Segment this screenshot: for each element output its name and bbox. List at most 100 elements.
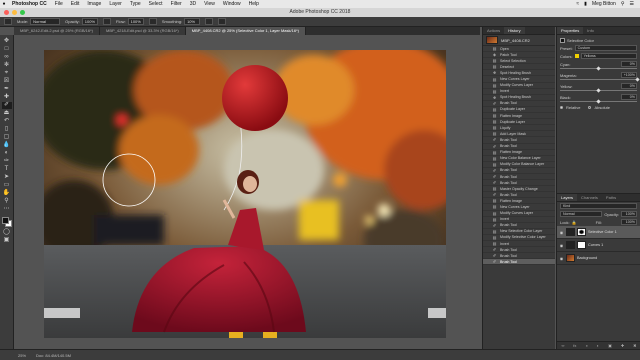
- tab-channels[interactable]: Channels: [577, 194, 602, 201]
- search-icon[interactable]: ⚲: [621, 1, 625, 7]
- close-window-button[interactable]: [4, 10, 9, 15]
- slider-value-field[interactable]: 0%: [621, 83, 637, 89]
- zoom-level[interactable]: 25%: [18, 353, 26, 358]
- apple-menu-icon[interactable]: ●: [0, 1, 8, 7]
- airbrush-icon[interactable]: [148, 18, 157, 25]
- zoom-tool-icon[interactable]: ⚲: [2, 198, 12, 205]
- quick-select-tool-icon[interactable]: ✻: [2, 62, 12, 69]
- tab-document-active[interactable]: MBP_4408.CR2 @ 25% (Selective Color 1, L…: [185, 27, 306, 35]
- menu-image[interactable]: Image: [83, 1, 105, 7]
- menu-3d[interactable]: 3D: [186, 1, 200, 7]
- history-item[interactable]: ✐ Brush Tool: [483, 259, 555, 266]
- menu-window[interactable]: Window: [219, 1, 245, 7]
- type-tool-icon[interactable]: T: [2, 166, 12, 173]
- tab-actions[interactable]: Actions: [483, 27, 504, 34]
- link-icon[interactable]: ∞: [561, 343, 564, 348]
- menu-view[interactable]: View: [200, 1, 219, 7]
- brush-tool-icon[interactable]: ✐: [1, 102, 12, 109]
- color-slider-track[interactable]: [560, 65, 637, 71]
- document-size[interactable]: Doc: 84.4M/140.5M: [36, 353, 71, 358]
- menu-edit[interactable]: Edit: [67, 1, 84, 7]
- relative-radio[interactable]: [560, 106, 563, 109]
- menu-select[interactable]: Select: [145, 1, 167, 7]
- color-swatches[interactable]: [1, 216, 13, 228]
- foreground-color-swatch[interactable]: [1, 217, 9, 224]
- marquee-tool-icon[interactable]: □: [2, 46, 12, 53]
- user-name[interactable]: Meg Bitton: [592, 1, 616, 7]
- tab-layers[interactable]: Layers: [557, 194, 578, 201]
- menu-layer[interactable]: Layer: [105, 1, 126, 7]
- healing-brush-tool-icon[interactable]: ✚: [2, 94, 12, 101]
- adjustment-icon[interactable]: ◐: [597, 343, 599, 348]
- pressure-opacity-icon[interactable]: [103, 18, 112, 25]
- lasso-tool-icon[interactable]: ∞: [2, 54, 12, 61]
- lock-icon[interactable]: 🔒: [572, 220, 577, 225]
- slider-value-field[interactable]: 0%: [621, 94, 637, 100]
- flow-field[interactable]: 100%: [127, 18, 144, 25]
- color-slider-track[interactable]: [560, 76, 640, 82]
- mask-icon[interactable]: ◑: [585, 343, 587, 348]
- menu-type[interactable]: Type: [126, 1, 145, 7]
- crop-tool-icon[interactable]: ⌖: [2, 70, 12, 77]
- tab-info[interactable]: Info: [583, 27, 598, 34]
- tab-document-2[interactable]: MBP_4218-Edit.psd @ 33.3% (RGB/16*): [99, 27, 186, 35]
- smoothing-field[interactable]: 10%: [184, 18, 201, 25]
- pen-tool-icon[interactable]: ✑: [2, 158, 12, 165]
- dodge-tool-icon[interactable]: ◐: [2, 150, 12, 157]
- opacity-field[interactable]: 100%: [81, 18, 99, 25]
- battery-icon[interactable]: ▮: [584, 1, 587, 7]
- tab-paths[interactable]: Paths: [602, 194, 620, 201]
- visibility-eye-icon[interactable]: ◉: [559, 230, 564, 235]
- fx-icon[interactable]: fx: [573, 343, 576, 348]
- menu-list-icon[interactable]: ☰: [630, 1, 634, 7]
- layer-fill-field[interactable]: 100%: [621, 219, 637, 225]
- menu-photoshop[interactable]: Photoshop CC: [8, 1, 51, 7]
- visibility-eye-icon[interactable]: ◉: [559, 256, 564, 261]
- tab-document-1[interactable]: MBP_6242-Edit-2.psd @ 25% (RGB/16*): [14, 27, 100, 35]
- menu-filter[interactable]: Filter: [167, 1, 186, 7]
- frame-tool-icon[interactable]: ☒: [2, 78, 12, 85]
- layer-opacity-field[interactable]: 100%: [621, 211, 637, 217]
- menu-file[interactable]: File: [51, 1, 67, 7]
- tab-properties[interactable]: Properties: [557, 27, 584, 34]
- colors-select[interactable]: Yellows: [580, 53, 637, 59]
- blend-mode-select[interactable]: Normal: [560, 211, 603, 217]
- clone-stamp-tool-icon[interactable]: ⏏: [2, 110, 12, 117]
- brush-preset-icon[interactable]: [4, 18, 12, 25]
- smoothing-settings-icon[interactable]: [205, 18, 214, 25]
- layer-row[interactable]: ◉ Selective Color 1: [557, 226, 640, 239]
- more-tools-icon[interactable]: ⋯: [2, 206, 12, 213]
- history-brush-tool-icon[interactable]: ↶: [2, 118, 12, 125]
- screen-mode-icon[interactable]: ▣: [2, 237, 12, 244]
- blur-tool-icon[interactable]: 💧: [2, 142, 12, 149]
- layer-row[interactable]: ◉ Background: [557, 252, 640, 265]
- document-canvas[interactable]: [44, 50, 446, 338]
- folder-icon[interactable]: ▣: [608, 343, 612, 348]
- visibility-eye-icon[interactable]: ◉: [559, 243, 564, 248]
- minimize-window-button[interactable]: [12, 10, 17, 15]
- mode-select[interactable]: Normal: [30, 18, 61, 25]
- eraser-tool-icon[interactable]: ▯: [2, 126, 12, 133]
- zoom-window-button[interactable]: [20, 10, 25, 15]
- absolute-radio[interactable]: [588, 106, 592, 109]
- slider-knob[interactable]: [634, 76, 640, 82]
- new-layer-icon[interactable]: ✚: [621, 343, 624, 348]
- slider-value-field[interactable]: 0%: [621, 61, 637, 67]
- menu-help[interactable]: Help: [245, 1, 263, 7]
- layer-kind-filter[interactable]: Kind: [560, 203, 637, 209]
- path-select-tool-icon[interactable]: ➤: [2, 174, 12, 181]
- history-snapshot[interactable]: MBP_4408.CR2: [483, 35, 555, 46]
- hand-tool-icon[interactable]: ✋: [2, 190, 12, 197]
- slider-value-field[interactable]: +100%: [621, 72, 637, 78]
- gradient-tool-icon[interactable]: ▢: [2, 134, 12, 141]
- preset-select[interactable]: Custom: [574, 45, 637, 51]
- move-tool-icon[interactable]: ✥: [2, 38, 12, 45]
- color-slider-track[interactable]: [560, 98, 637, 104]
- quick-mask-icon[interactable]: ◯: [2, 229, 12, 236]
- symmetry-icon[interactable]: [218, 18, 227, 25]
- trash-icon[interactable]: ✖: [633, 343, 636, 348]
- wifi-icon[interactable]: ≈: [576, 1, 579, 7]
- layer-mask-thumbnail[interactable]: [577, 228, 586, 236]
- tab-history[interactable]: History: [504, 27, 525, 34]
- eyedropper-tool-icon[interactable]: ✒: [2, 86, 12, 93]
